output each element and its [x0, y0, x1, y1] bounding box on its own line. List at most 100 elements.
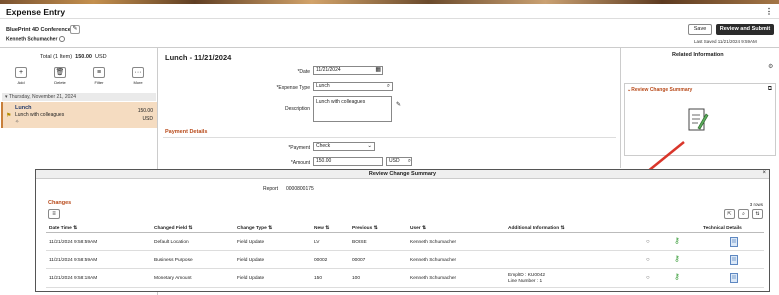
column-sort-icon[interactable]: ⇅	[752, 209, 763, 219]
key-icon[interactable]: ⚷	[674, 236, 680, 245]
currency-value: USD	[389, 158, 400, 164]
expense-amount: 150.00 USD	[138, 107, 153, 123]
cell-user: Kenneth Schumacher	[410, 258, 457, 263]
col-previous-label: Previous	[352, 226, 373, 231]
kebab-icon[interactable]: ⋮	[765, 7, 773, 16]
modal-title: Review Change Summary	[368, 171, 437, 177]
expense-description: Lunch with colleagues	[15, 112, 65, 118]
technical-details-icon[interactable]	[730, 237, 739, 247]
expense-detail-title: Lunch - 11/21/2024	[165, 53, 232, 62]
date-group-header[interactable]: ▾ Thursday, November 21, 2024	[2, 93, 156, 101]
employee-name: Kenneth Schumacher	[6, 36, 66, 43]
search-icon[interactable]: ⌕	[387, 83, 390, 90]
info-line-1: EmplID : KU0042	[508, 273, 546, 278]
comment-icon[interactable]: ○	[646, 257, 650, 263]
cell-type: Field Update	[237, 258, 265, 263]
total-currency: USD	[95, 54, 107, 60]
cell-user: Kenneth Schumacher	[410, 240, 457, 245]
comment-edit-icon[interactable]: ✎	[396, 101, 401, 108]
search-icon[interactable]: ⌕	[408, 158, 411, 165]
key-icon[interactable]: ⚷	[674, 254, 680, 263]
more-label: More	[133, 80, 143, 85]
gear-icon[interactable]: ⚙	[768, 63, 773, 70]
currency-field[interactable]: USD ⌕	[386, 157, 412, 166]
report-value: 0000800175	[286, 186, 314, 192]
total-amount: 150.00	[75, 54, 92, 60]
description-field[interactable]: Lunch with colleagues	[313, 96, 392, 122]
info-line-2: Line Number : 1	[508, 279, 543, 284]
key-icon[interactable]: ⚷	[674, 272, 680, 281]
modal-titlebar: Review Change Summary ×	[36, 170, 769, 179]
save-button[interactable]: Save	[688, 24, 712, 35]
date-group-label: Thursday, November 21, 2024	[8, 94, 76, 100]
cell-datetime: 11/21/2024 9:58:18AM	[49, 276, 98, 281]
close-icon[interactable]: ×	[762, 170, 766, 176]
col-technical-details: Technical Details	[703, 226, 742, 231]
col-user-label: User	[410, 226, 421, 231]
cell-new: 150	[314, 276, 323, 281]
cell-datetime: 11/21/2024 9:58:59AM	[49, 240, 98, 245]
expense-name: Lunch	[15, 105, 32, 111]
comment-icon[interactable]: ○	[646, 275, 650, 281]
edit-icon[interactable]: ✎	[70, 25, 80, 34]
attachment-icon: ✧	[15, 119, 20, 125]
report-name: BluePrint 4D Conference	[6, 27, 71, 33]
calendar-icon[interactable]: ▦	[375, 67, 381, 74]
cell-field: Default Location	[154, 240, 189, 245]
col-new[interactable]: New ⇅	[314, 226, 329, 231]
expand-icon[interactable]: ⧉	[768, 86, 772, 93]
technical-details-icon[interactable]	[730, 255, 739, 265]
filter-label: Filter	[94, 80, 104, 85]
cell-new: 00002	[314, 258, 328, 263]
panel-title: ⌄Review Change Summary	[627, 87, 693, 93]
review-submit-button[interactable]: Review and Submit	[716, 24, 774, 35]
table-header: Date Time ⇅ Changed Field ⇅ Change Type …	[46, 224, 764, 233]
table-row: 11/21/2024 9:58:59AM Default Location Fi…	[46, 234, 764, 251]
page-title: Expense Entry	[6, 7, 66, 17]
col-user[interactable]: User ⇅	[410, 226, 426, 231]
sort-icon[interactable]: ⇱	[724, 209, 735, 219]
search-icon[interactable]: ⌕	[738, 209, 749, 219]
comment-icon[interactable]: ○	[646, 239, 650, 245]
filter-icon: ≡	[93, 67, 105, 78]
col-datetime-label: Date Time	[49, 226, 72, 231]
cell-field: Business Purpose	[154, 258, 193, 263]
col-changed-field-label: Changed Field	[154, 226, 188, 231]
last-saved-text: Last Saved 11/21/2024 9:59AM	[694, 39, 757, 44]
col-additional-info[interactable]: Additional Information ⇅	[508, 226, 565, 231]
filter-icon[interactable]: ≡	[48, 209, 60, 219]
amount-field[interactable]: 150.00	[313, 157, 383, 166]
filter-button[interactable]: ≡ Filter	[86, 67, 112, 85]
description-label: Description	[284, 106, 310, 112]
expense-type-field[interactable]: Lunch ⌕	[313, 82, 393, 91]
cell-type: Field Update	[237, 276, 265, 281]
payment-value: Check	[316, 143, 331, 149]
col-datetime[interactable]: Date Time ⇅	[49, 226, 77, 231]
cell-type: Field Update	[237, 240, 265, 245]
add-label: Add	[17, 80, 25, 85]
add-button[interactable]: + Add	[8, 67, 34, 85]
col-changed-field[interactable]: Changed Field ⇅	[154, 226, 192, 231]
col-change-type[interactable]: Change Type ⇅	[237, 226, 272, 231]
cell-previous: 00007	[352, 258, 366, 263]
table-row: 11/21/2024 9:58:18AM Monetary Amount Fie…	[46, 270, 764, 288]
info-icon[interactable]	[59, 36, 66, 42]
technical-details-icon[interactable]	[730, 273, 739, 283]
more-button[interactable]: ··· More	[125, 67, 151, 85]
total-summary: Total (1 Item) 150.00 USD	[40, 54, 107, 60]
table-row: 11/21/2024 9:58:59AM Business Purpose Fi…	[46, 252, 764, 269]
cell-additional-info: EmplID : KU0042 Line Number : 1	[508, 273, 545, 285]
col-previous[interactable]: Previous ⇅	[352, 226, 378, 231]
document-edit-icon	[688, 108, 709, 131]
payment-select[interactable]: Check ⌄	[313, 142, 375, 151]
list-item[interactable]: ⚑ Lunch Lunch with colleagues ✧ 150.00 U…	[1, 102, 157, 128]
divider	[163, 137, 616, 138]
employee-label: Kenneth Schumacher	[6, 36, 58, 43]
trash-icon: 🗑	[54, 67, 66, 78]
col-change-type-label: Change Type	[237, 226, 267, 231]
amount-label: *Amount	[290, 160, 310, 166]
cell-field: Monetary Amount	[154, 276, 192, 281]
delete-button[interactable]: 🗑 Delete	[47, 67, 73, 85]
cell-user: Kenneth Schumacher	[410, 276, 457, 281]
date-field[interactable]: 11/21/2024 ▦	[313, 66, 383, 75]
